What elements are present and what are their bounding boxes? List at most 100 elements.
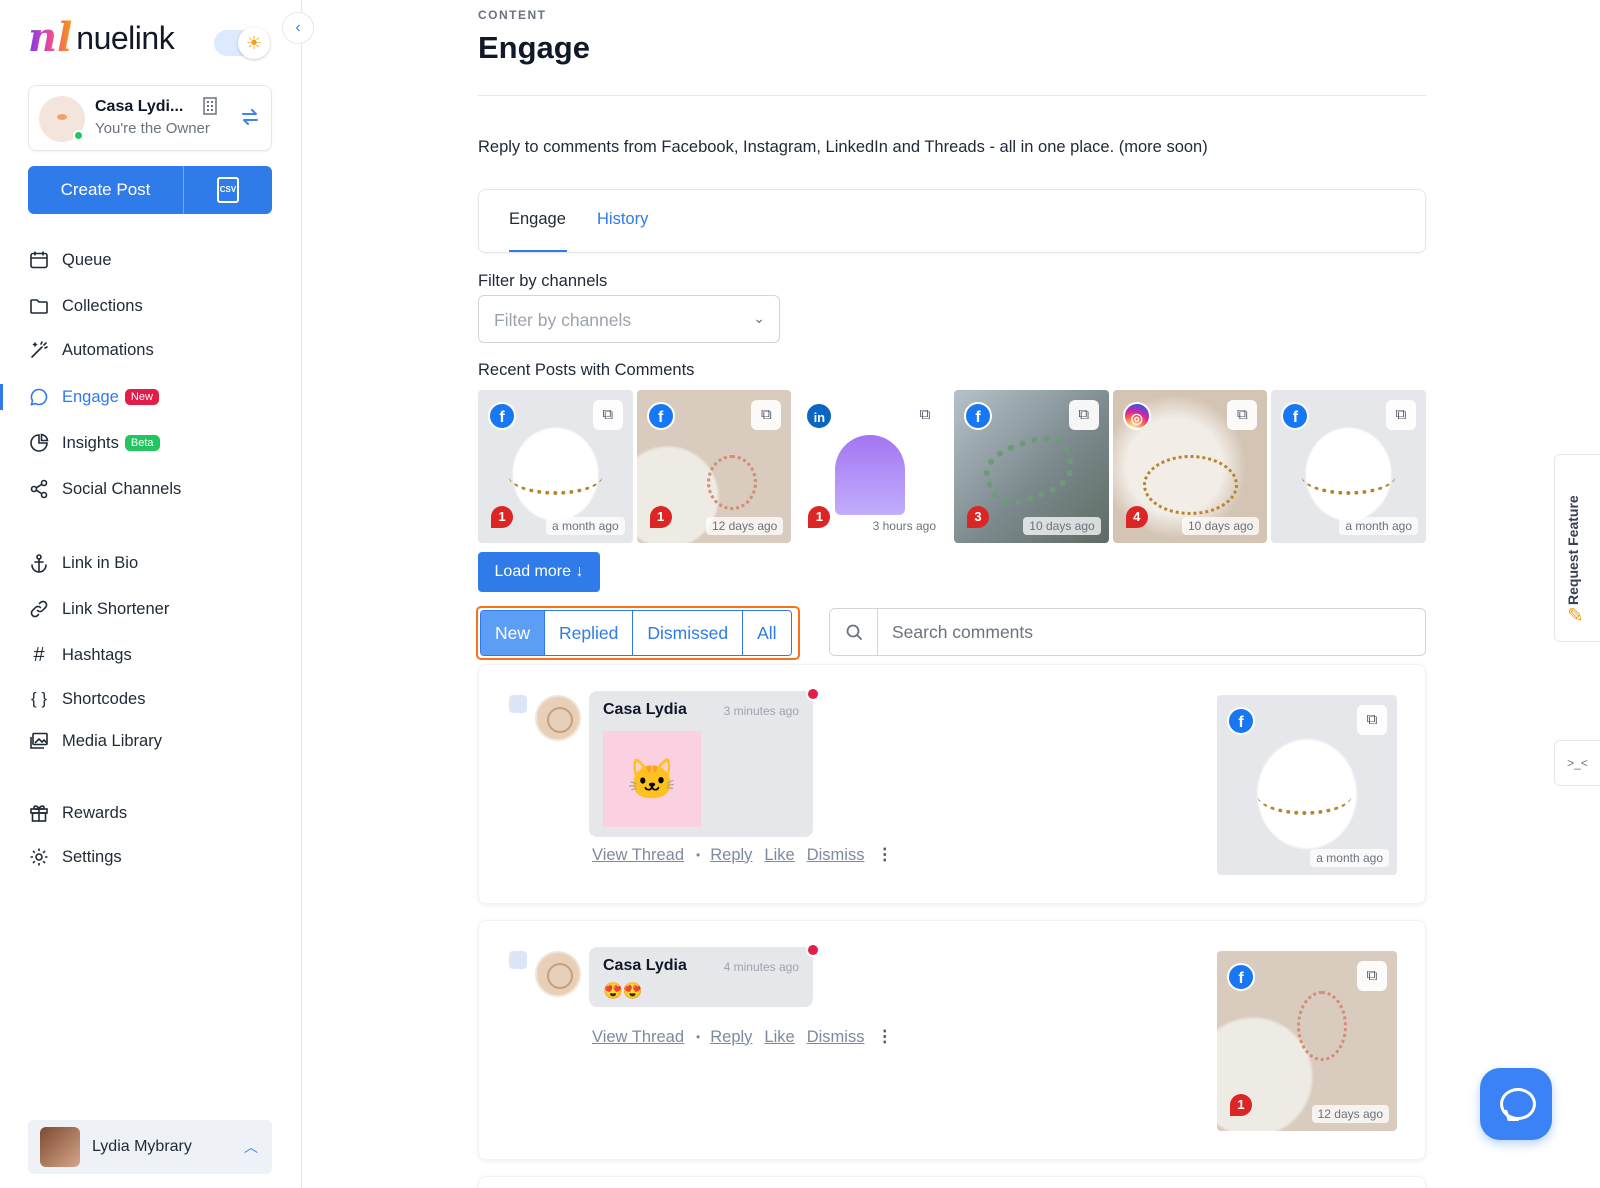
account-name: Casa Lydi... [95,98,184,115]
post-image [835,435,906,515]
online-status-dot [73,130,84,141]
sidebar-item-link-shortener[interactable]: Link Shortener [28,594,169,624]
recent-post-card[interactable]: f ⧉ 1 12 days ago [636,390,792,543]
comment-post-preview[interactable]: f ⧉ a month ago [1217,695,1397,875]
tab-history[interactable]: History [597,210,648,229]
comment-time: 4 minutes ago [723,960,799,974]
sidebar-item-label: Insights [62,433,119,452]
sidebar-item-link-in-bio[interactable]: Link in Bio [28,548,138,578]
post-age: 10 days ago [1023,517,1101,535]
collapse-sidebar-button[interactable]: ‹ [282,12,314,44]
filter-dismissed-button[interactable]: Dismissed [633,611,744,655]
channel-filter-select[interactable]: Filter by channels ⌄ [478,295,780,343]
recent-post-card[interactable]: ◎ ⧉ 4 10 days ago [1112,390,1268,543]
comment-checkbox[interactable] [509,695,527,713]
comment-post-preview[interactable]: f ⧉ 1 12 days ago [1217,951,1397,1131]
filter-new-button[interactable]: New [481,611,546,655]
post-image [1301,455,1397,495]
external-link-icon[interactable]: ⧉ [1227,400,1258,430]
request-feature-tab[interactable]: Request Feature ✎ [1554,454,1600,642]
sidebar-item-collections[interactable]: Collections [28,291,143,321]
linkedin-icon: in [805,402,834,430]
filter-all-button[interactable]: All [743,611,791,655]
comment-bubble: Casa Lydia 3 minutes ago 🐱 [589,691,813,837]
filter-replied-button[interactable]: Replied [545,611,634,655]
external-link-icon[interactable]: ⧉ [1357,705,1387,735]
sidebar-item-label: Queue [62,250,112,269]
reply-link[interactable]: Reply [710,846,752,865]
post-age: 12 days ago [1311,1105,1389,1123]
request-feature-label: Request Feature [1565,495,1581,605]
search-comments [829,608,1426,656]
sidebar-item-rewards[interactable]: Rewards [28,798,127,828]
share-nodes-icon [28,478,50,500]
comment-card: Casa Lydia 3 minutes ago 🐱 View Thread •… [478,664,1426,904]
load-more-button[interactable]: Load more ↓ [478,552,600,592]
recent-post-card[interactable]: f ⧉ 1 a month ago [478,390,633,543]
more-options-icon[interactable]: ⋮ [876,845,893,865]
link-icon [28,598,50,620]
tab-engage[interactable]: Engage [509,210,566,229]
recent-post-card[interactable]: in ⧉ 1 3 hours ago [795,390,951,543]
user-name: Lydia Mybrary [92,1138,192,1155]
theme-toggle[interactable]: ☀ [214,27,270,59]
braces-icon: { } [30,689,48,708]
create-post-label: Create Post [28,166,184,214]
support-chat-button[interactable] [1480,1068,1552,1140]
reply-link[interactable]: Reply [710,1028,752,1047]
like-link[interactable]: Like [764,846,794,865]
user-avatar [40,1127,80,1167]
post-image [1142,455,1238,515]
user-menu[interactable]: Lydia Mybrary ︿ [28,1120,272,1174]
sidebar-item-engage[interactable]: Engage New [28,382,159,412]
create-post-button[interactable]: Create Post CSV [28,166,272,214]
external-link-icon[interactable]: ⧉ [751,400,782,430]
load-more-label: Load more [494,563,572,580]
sidebar-item-label: Automations [62,340,154,359]
sidebar-item-media-library[interactable]: Media Library [28,726,162,756]
sidebar-item-insights[interactable]: Insights Beta [28,428,160,458]
building-icon [203,97,217,119]
post-age: a month ago [1310,849,1389,867]
facebook-icon: f [964,402,993,430]
sidebar-item-settings[interactable]: Settings [28,842,122,872]
csv-file-icon: CSV [217,176,239,203]
external-link-icon[interactable]: ⧉ [1357,961,1387,991]
active-tab-underline [509,250,567,252]
recent-post-card[interactable]: f ⧉ a month ago [1271,390,1427,543]
breadcrumb: CONTENT [478,8,547,22]
sidebar-item-label: Link Shortener [62,599,170,618]
external-link-icon[interactable]: ⧉ [1068,400,1099,430]
sidebar: nl nuelink ☀ Casa Lydi... You're the Own… [0,0,302,1188]
csv-upload-button[interactable]: CSV [184,166,272,214]
sidebar-item-automations[interactable]: Automations [28,335,154,365]
comment-checkbox[interactable] [509,951,527,969]
post-image [706,455,757,510]
post-age: a month ago [1339,517,1419,535]
sidebar-item-label: Rewards [62,803,128,822]
post-image [976,426,1082,514]
account-switcher[interactable]: Casa Lydi... You're the Owner [28,85,272,151]
switch-account-icon[interactable] [239,106,261,134]
nuelink-logo[interactable]: nl nuelink [28,14,175,62]
view-thread-link[interactable]: View Thread [592,1028,684,1047]
more-options-icon[interactable]: ⋮ [876,1027,893,1047]
sidebar-item-queue[interactable]: Queue [28,245,112,275]
external-link-icon[interactable]: ⧉ [592,400,623,430]
sidebar-item-hashtags[interactable]: # Hashtags [28,640,131,670]
recent-post-card[interactable]: f ⧉ 3 10 days ago [954,390,1109,543]
post-image [1297,991,1347,1061]
sidebar-item-label: Settings [62,847,122,866]
view-thread-link[interactable]: View Thread [592,846,684,865]
like-link[interactable]: Like [764,1028,794,1047]
search-input[interactable] [878,609,1425,655]
dismiss-link[interactable]: Dismiss [807,1028,865,1047]
dismiss-link[interactable]: Dismiss [807,846,865,865]
external-link-icon[interactable]: ⧉ [910,400,941,430]
recent-posts-label: Recent Posts with Comments [478,361,695,379]
facebook-icon: f [488,402,516,430]
code-widget-icon[interactable]: >_< [1554,740,1600,786]
external-link-icon[interactable]: ⧉ [1386,400,1417,430]
sidebar-item-shortcodes[interactable]: { } Shortcodes [28,684,146,714]
sidebar-item-social-channels[interactable]: Social Channels [28,474,181,504]
